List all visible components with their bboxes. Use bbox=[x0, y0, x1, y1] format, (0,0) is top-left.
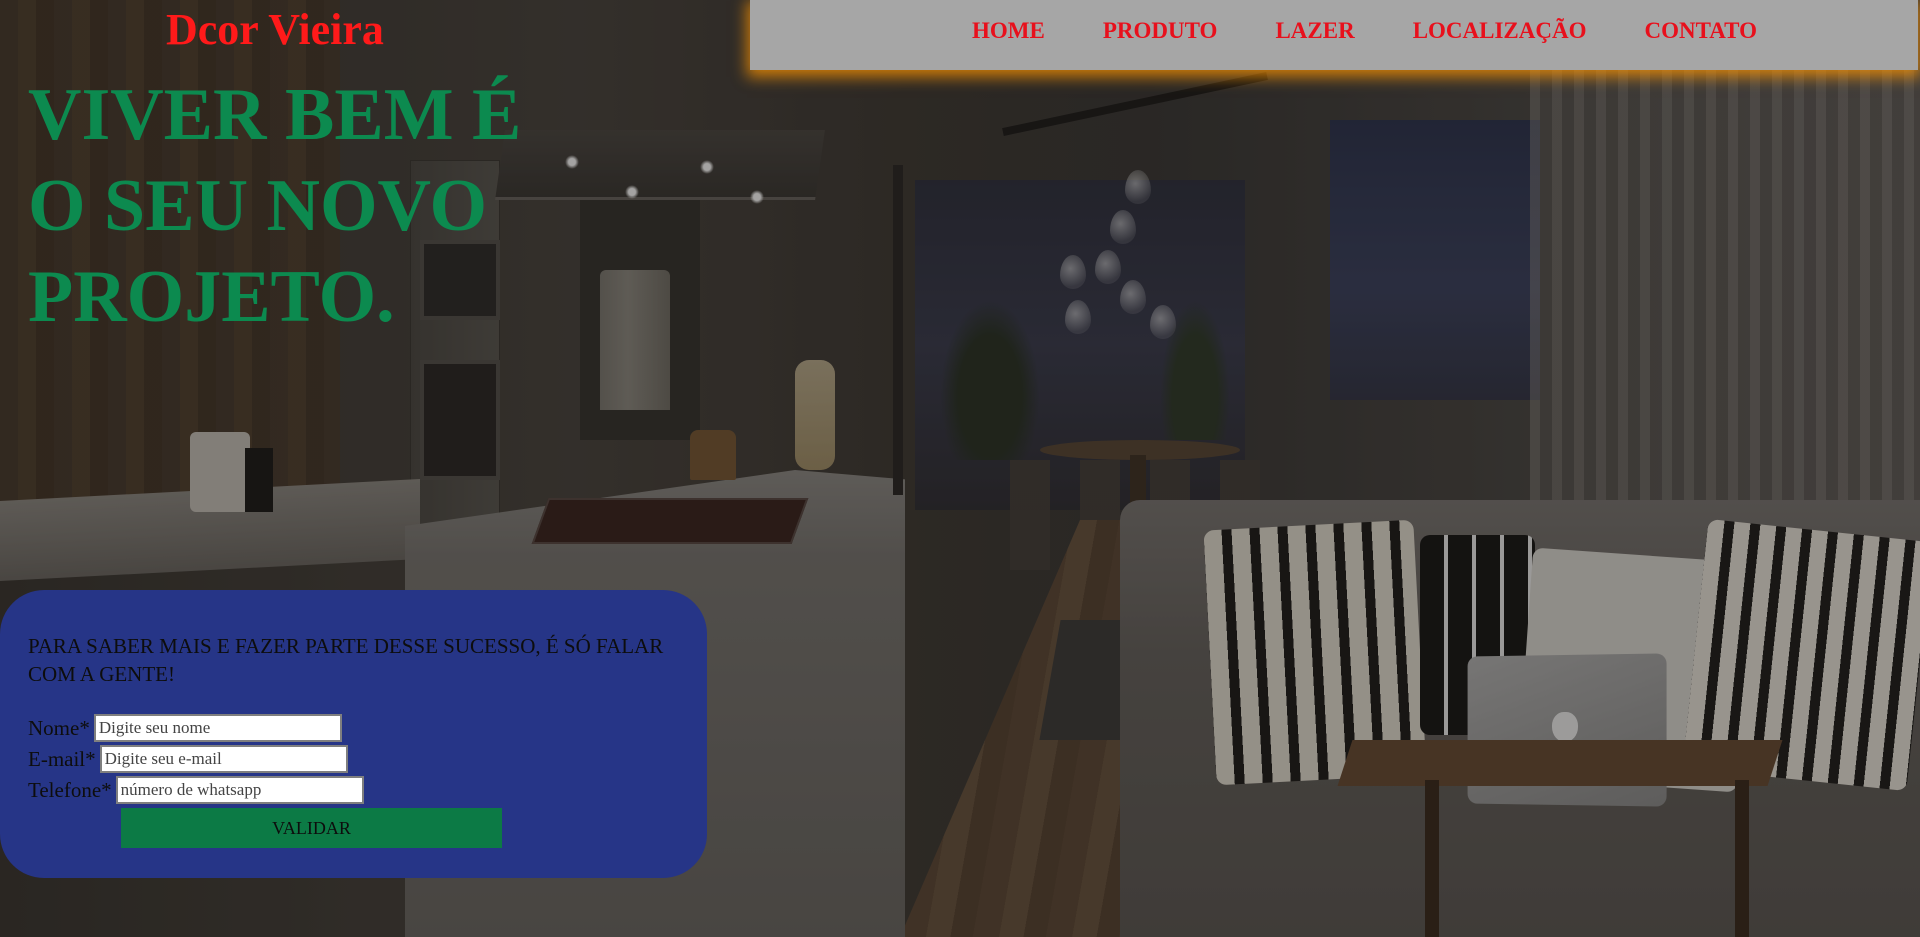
nome-input[interactable] bbox=[93, 714, 342, 742]
nav-item-produto: PRODUTO bbox=[1103, 18, 1218, 44]
form-row-email: E-mail* bbox=[28, 745, 348, 773]
email-label: E-mail* bbox=[28, 746, 96, 771]
nome-label: Nome* bbox=[28, 715, 90, 740]
contact-form-panel: PARA SABER MAIS E FAZER PARTE DESSE SUCE… bbox=[0, 590, 707, 878]
nav-link-contato[interactable]: CONTATO bbox=[1645, 18, 1757, 43]
nav-link-localizacao[interactable]: LOCALIZAÇÃO bbox=[1413, 18, 1587, 43]
brand-logo-text: Dcor Vieira bbox=[166, 5, 384, 54]
nav-link-lazer[interactable]: LAZER bbox=[1275, 18, 1354, 43]
nav-item-localizacao: LOCALIZAÇÃO bbox=[1413, 18, 1587, 44]
nav-link-produto[interactable]: PRODUTO bbox=[1103, 18, 1218, 43]
hero-title-line-1: VIVER BEM É bbox=[28, 74, 522, 156]
validar-button[interactable]: VALIDAR bbox=[121, 808, 502, 848]
nav-item-home: HOME bbox=[972, 18, 1045, 44]
telefone-label: Telefone* bbox=[28, 777, 112, 802]
hero-title-line-2: O SEU NOVO bbox=[28, 165, 488, 247]
hero-title: VIVER BEM É O SEU NOVO PROJETO. bbox=[28, 70, 548, 343]
top-navbar: HOME PRODUTO LAZER LOCALIZAÇÃO CONTATO bbox=[750, 0, 1918, 70]
nav-item-contato: CONTATO bbox=[1645, 18, 1757, 44]
nav-link-home[interactable]: HOME bbox=[972, 18, 1045, 43]
form-row-telefone: Telefone* bbox=[28, 776, 364, 804]
email-input[interactable] bbox=[99, 745, 348, 773]
hero-title-line-3: PROJETO. bbox=[28, 256, 395, 338]
nav-item-lazer: LAZER bbox=[1275, 18, 1354, 44]
form-row-nome: Nome* bbox=[28, 714, 342, 742]
telefone-input[interactable] bbox=[115, 776, 364, 804]
nav-menu: HOME PRODUTO LAZER LOCALIZAÇÃO CONTATO bbox=[972, 18, 1815, 44]
contact-intro-text: PARA SABER MAIS E FAZER PARTE DESSE SUCE… bbox=[28, 634, 664, 686]
